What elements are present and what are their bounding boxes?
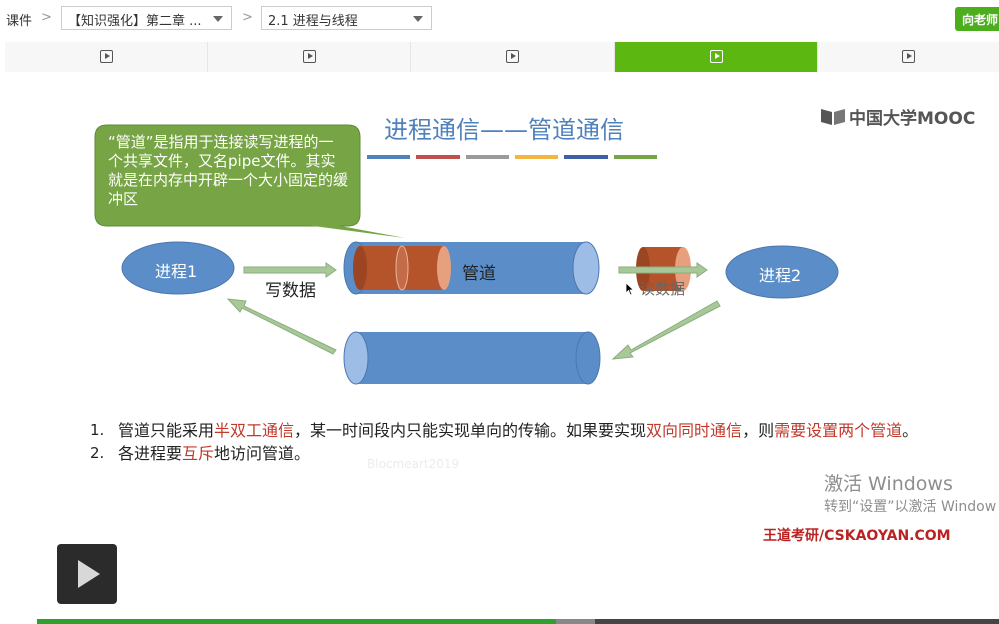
video-icon [902,50,916,63]
video-progress-bar[interactable] [37,619,999,624]
note-emphasis: 需要设置两个管道 [774,421,903,440]
note-emphasis: 双向同时通信 [646,421,743,440]
video-icon [303,50,317,63]
process-1-label: 进程1 [155,262,198,281]
chapter-select-value: 【知识强化】第二章 ... [68,14,202,29]
breadcrumb-root-link[interactable]: 课件 [6,10,32,29]
activation-title: 激活 Windows [824,473,953,495]
caret-down-icon [213,16,223,22]
video-tab-3[interactable] [411,42,615,72]
video-tab-4[interactable] [614,42,818,72]
return-arrow-right [611,300,721,360]
video-tab-5[interactable] [817,42,999,72]
chevron-right-icon: > [242,10,253,25]
note-item: 2. 各进程要互斥地访问管道。 [90,444,950,463]
pipe-data-block-right-end [437,246,451,290]
note-text: 地访问管道。 [214,444,311,463]
lower-pipe-left-end [343,331,369,385]
read-data-label: 读数据 [640,280,686,298]
unit-tabs [5,42,999,72]
note-emphasis: 互斥 [182,444,215,463]
video-tab-1[interactable] [5,42,209,72]
lower-pipe-right-end [575,331,601,385]
upper-pipe-right-end [572,241,600,295]
note-emphasis: 半双工通信 [214,421,295,440]
note-text: ，则 [742,421,775,440]
slide-notes: 1. 管道只能采用半双工通信，某一时间段内只能实现单向的传输。如果要实现双向同时通… [90,421,950,467]
windows-activation-watermark: 激活 Windows 转到“设置”以激活 Window [824,472,996,518]
note-text: 管道只能采用 [118,421,215,440]
video-tab-2[interactable] [208,42,412,72]
brand-watermark: 王道考研/CSKAOYAN.COM [763,528,951,544]
lower-pipe-body [356,332,588,384]
write-arrow [243,262,337,278]
video-icon [709,50,723,63]
chevron-right-icon: > [41,10,52,25]
video-icon [506,50,520,63]
pipe-data-block-left-end [353,246,367,290]
return-arrow-left [226,298,337,355]
pipe-data-divider [395,245,409,291]
chapter-select[interactable]: 【知识强化】第二章 ... [61,6,232,30]
activation-subtitle: 转到“设置”以激活 Window [824,499,997,515]
lesson-select-value: 2.1 进程与线程 [268,14,358,29]
process-2-label: 进程2 [759,266,802,285]
note-text: 。 [902,421,919,440]
pipe-diagram [94,124,839,385]
caret-down-icon [413,16,423,22]
lesson-select[interactable]: 2.1 进程与线程 [261,6,432,30]
play-button[interactable] [57,544,117,604]
progress-played [37,619,557,624]
write-data-label: 写数据 [265,281,316,301]
note-text: 各进程要 [118,444,183,463]
callout-text: “管道”是指用于连接读写进程的一个共享文件，又名pipe文件。其实就是在内存中开… [108,133,349,208]
note-item: 1. 管道只能采用半双工通信，某一时间段内只能实现单向的传输。如果要实现双向同时通… [90,421,950,440]
note-text: ，某一时间段内只能实现单向的传输。如果要实现 [294,421,647,440]
top-bar: 课件 > 【知识强化】第二章 ... > 2.1 进程与线程 向老师 [0,0,999,40]
video-icon [100,50,114,63]
pipe-label: 管道 [462,264,496,284]
mouse-cursor-icon [625,282,635,296]
note-number: 2. [90,444,105,462]
note-number: 1. [90,421,105,439]
ask-teacher-button[interactable]: 向老师 [955,7,999,31]
